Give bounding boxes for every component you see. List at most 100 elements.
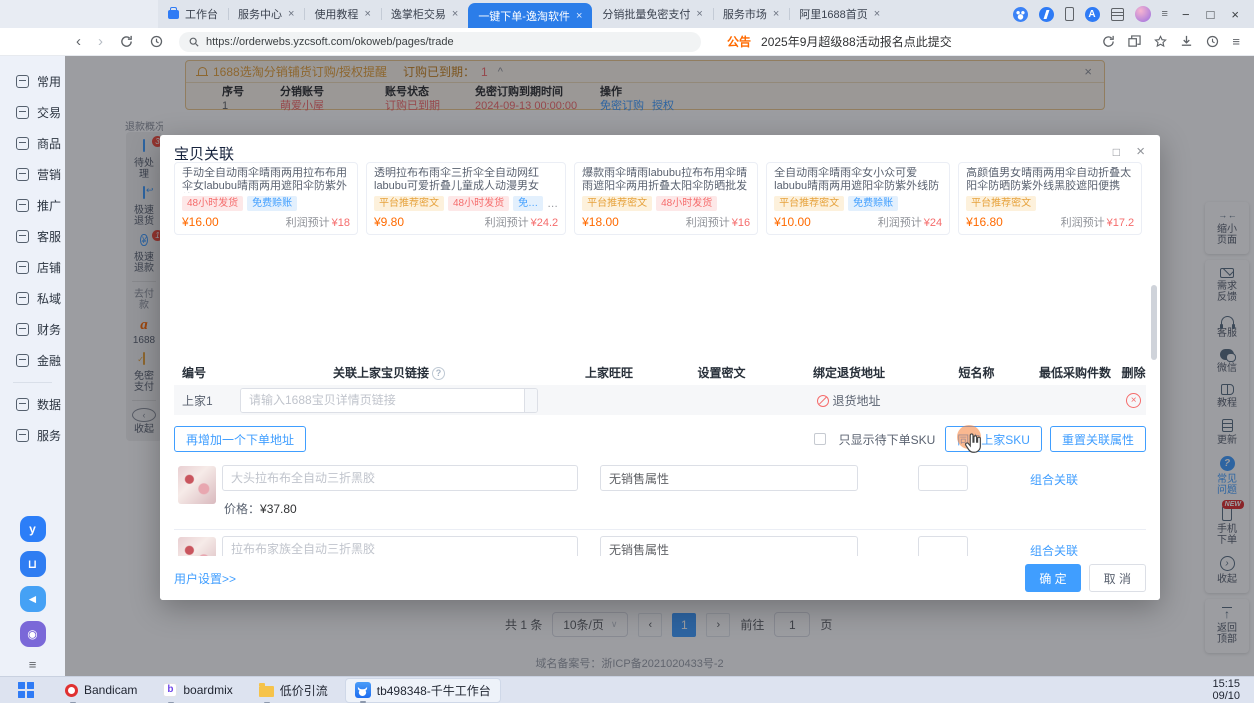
close-icon[interactable]: × — [874, 8, 880, 20]
product-card[interactable]: 爆款雨伞晴雨labubu拉布布用伞晴雨遮阳伞两用折叠太阳伞防晒批发 平台推荐密文… — [574, 162, 758, 235]
tabstrip-left-spacer — [0, 0, 158, 28]
sidebar-item-goods[interactable]: 商品 — [0, 128, 65, 159]
close-icon[interactable]: × — [364, 8, 370, 20]
banking-icon — [16, 354, 29, 367]
return-address-label[interactable]: 退货地址 — [832, 394, 880, 408]
sidebar-divider — [13, 382, 52, 383]
tab-service-market[interactable]: 服务市场 × — [713, 0, 789, 28]
sku-name-input[interactable] — [222, 465, 578, 491]
profile-avatar[interactable] — [1135, 6, 1151, 22]
sync-supplier-sku-button[interactable]: 同步上家SKU — [945, 426, 1042, 452]
taskbar-bandicam[interactable]: Bandicam — [56, 678, 146, 703]
more-tags-ellipsis: … — [547, 199, 558, 209]
tab-workbench[interactable]: 工作台 — [158, 0, 228, 28]
sidebar-item-service[interactable]: 服务 — [0, 420, 65, 451]
tag-platform-cipher: 平台推荐密文 — [966, 196, 1036, 211]
only-pending-sku-label[interactable]: 只显示待下单SKU — [839, 431, 936, 448]
sidebar-item-trade[interactable]: 交易 — [0, 97, 65, 128]
announcement[interactable]: 公告 2025年9月超级88活动报名点此提交 — [727, 33, 952, 50]
history-clock-icon[interactable] — [150, 35, 163, 48]
user-settings-link[interactable]: 用户设置>> — [174, 570, 236, 587]
close-icon[interactable]: × — [576, 10, 582, 22]
profit-label: 利润预计 — [286, 214, 330, 230]
supplier-link-input[interactable] — [241, 389, 524, 412]
back-icon[interactable]: ‹ — [76, 34, 81, 49]
close-icon[interactable]: × — [288, 8, 294, 20]
window-maximize-button[interactable]: □ — [1204, 7, 1218, 22]
tag-platform-cipher: 平台推荐密文 — [374, 196, 444, 211]
taskbar-qianniu-active[interactable]: tb498348-千牛工作台 — [345, 678, 501, 703]
sku-attr-input[interactable] — [600, 465, 858, 491]
sidebar-item-marketing[interactable]: 营销 — [0, 159, 65, 190]
reload-icon[interactable] — [120, 35, 133, 48]
url-text: https://orderwebs.yzcsoft.com/okoweb/pag… — [206, 36, 454, 48]
tab-tutorial[interactable]: 使用教程 × — [304, 0, 380, 28]
modal-scrollbar-thumb[interactable] — [1151, 285, 1157, 360]
assistant-extension-icon[interactable]: A — [1085, 7, 1100, 22]
tab-one-click-order-active[interactable]: 一键下单-逸淘软件 × — [468, 3, 592, 28]
sidebar-item-private-domain[interactable]: 私域 — [0, 283, 65, 314]
notes-extension-icon[interactable] — [1111, 8, 1124, 21]
browser-toolbar: ‹ › https://orderwebs.yzcsoft.com/okoweb… — [0, 28, 1254, 56]
account-app-icon[interactable]: ◉ — [20, 621, 46, 647]
modal-maximize-icon[interactable]: □ — [1113, 145, 1120, 159]
sidebar-item-shop[interactable]: 店铺 — [0, 252, 65, 283]
link-input-addon[interactable] — [524, 389, 537, 412]
send-plane-app-icon[interactable]: ◄ — [20, 586, 46, 612]
search-icon — [189, 37, 199, 47]
windows-start-icon[interactable] — [18, 682, 34, 698]
multi-window-icon[interactable] — [1128, 35, 1141, 48]
sidebar-item-data[interactable]: 数据 — [0, 389, 65, 420]
cancel-button[interactable]: 取 消 — [1089, 564, 1146, 592]
sidebar-hamburger-icon[interactable]: ≡ — [29, 657, 37, 672]
close-icon[interactable]: × — [773, 8, 779, 20]
taskbar-clock[interactable]: 15:15 09/10 — [1212, 678, 1254, 702]
paw-extension-icon[interactable] — [1013, 7, 1028, 22]
product-card[interactable]: 手动全自动雨伞晴雨两用拉布布用伞女labubu晴雨两用遮阳伞防紫外线防 48小时… — [174, 162, 358, 235]
address-bar[interactable]: https://orderwebs.yzcsoft.com/okoweb/pag… — [179, 32, 701, 52]
boardmix-icon: b — [163, 683, 177, 697]
sidebar-item-customer-service[interactable]: 客服 — [0, 221, 65, 252]
workbench-app-icon[interactable]: ⊔ — [20, 551, 46, 577]
sku-qty-input[interactable] — [918, 465, 968, 491]
info-icon[interactable]: ? — [432, 367, 445, 380]
close-icon[interactable]: × — [696, 8, 702, 20]
lightning-extension-icon[interactable] — [1039, 7, 1054, 22]
sidebar-item-banking[interactable]: 金融 — [0, 345, 65, 376]
confirm-button[interactable]: 确 定 — [1025, 564, 1080, 592]
clock-icon[interactable] — [1206, 35, 1219, 48]
only-pending-sku-checkbox[interactable] — [814, 433, 826, 445]
star-icon[interactable] — [1154, 35, 1167, 48]
sync-icon[interactable] — [1102, 35, 1115, 48]
sidebar-item-common[interactable]: 常用 — [0, 66, 65, 97]
product-card[interactable]: 全自动雨伞晴雨伞女小众可爱labubu晴雨两用遮阳伞防紫外线防晒 平台推荐密文 … — [766, 162, 950, 235]
taskbar-boardmix[interactable]: b boardmix — [154, 678, 241, 703]
add-order-address-button[interactable]: 再增加一个下单地址 — [174, 426, 306, 452]
phone-mirror-icon[interactable] — [1065, 7, 1074, 21]
close-icon[interactable]: × — [452, 8, 458, 20]
window-minimize-button[interactable]: − — [1179, 7, 1193, 22]
tag-48h-ship: 48小时发货 — [182, 196, 243, 211]
tab-ali1688-home[interactable]: 阿里1688首页 × — [789, 0, 890, 28]
delete-row-icon[interactable]: × — [1126, 393, 1141, 408]
profit-value: ¥16 — [732, 217, 750, 229]
modal-close-icon[interactable]: × — [1136, 143, 1145, 160]
reset-association-button[interactable]: 重置关联属性 — [1050, 426, 1146, 452]
list-menu-icon[interactable]: ≡ — [1232, 34, 1240, 49]
tab-batch-pay[interactable]: 分销批量免密支付 × — [592, 0, 712, 28]
browser-menu-icon[interactable]: ≡ — [1162, 8, 1168, 20]
yitao-app-icon[interactable]: y — [20, 516, 46, 542]
combo-association-link[interactable]: 组合关联 — [1030, 471, 1078, 488]
product-card[interactable]: 高颜值男女晴雨两用伞自动折叠太阳伞防晒防紫外线黑胶遮阳便携 平台推荐密文 ¥16… — [958, 162, 1142, 235]
forward-icon[interactable]: › — [98, 34, 103, 49]
product-card[interactable]: 透明拉布布雨伞三折伞全自动网红labubu可爱折叠儿童成人动漫男女 平台推荐密文… — [366, 162, 566, 235]
download-icon[interactable] — [1180, 35, 1193, 48]
window-close-button[interactable]: × — [1228, 7, 1242, 22]
taskbar-folder[interactable]: 低价引流 — [250, 678, 337, 703]
sidebar-item-finance[interactable]: 财务 — [0, 314, 65, 345]
trade-icon — [16, 106, 29, 119]
tab-service-center[interactable]: 服务中心 × — [228, 0, 304, 28]
tab-yzg-trade[interactable]: 逸掌柜交易 × — [381, 0, 468, 28]
common-icon — [16, 75, 29, 88]
sidebar-item-promotion[interactable]: 推广 — [0, 190, 65, 221]
